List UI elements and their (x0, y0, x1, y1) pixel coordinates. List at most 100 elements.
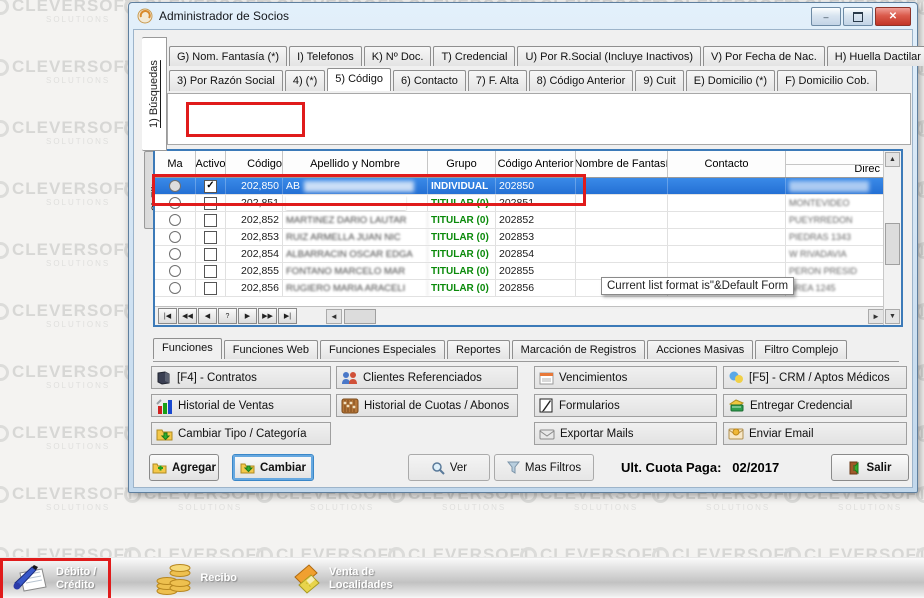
vencimientos-button[interactable]: Vencimientos (534, 366, 717, 389)
horizontal-scrollbar[interactable]: ◄ ► (326, 309, 884, 324)
nav-prev-button[interactable]: ◀ (198, 308, 217, 324)
tab-por-rsocial[interactable]: U) Por R.Social (Incluye Inactivos) (517, 46, 701, 66)
row-radio[interactable] (155, 212, 196, 228)
header-apellido-nombre[interactable]: Apellido y Nombre (283, 151, 428, 177)
header-direccion[interactable]: Direc (786, 151, 884, 177)
tab-nom-fantasia[interactable]: G) Nom. Fantasía (*) (169, 46, 287, 66)
enviar-email-button[interactable]: Enviar Email (723, 422, 907, 445)
scroll-left-icon[interactable]: ◄ (326, 309, 342, 324)
row-radio[interactable] (155, 263, 196, 279)
contratos-button[interactable]: [F4] - Contratos (151, 366, 331, 389)
nav-fast-next-button[interactable]: ▶▶ (258, 308, 277, 324)
close-button[interactable]: ✕ (875, 7, 911, 26)
cambiar-tipo-button[interactable]: Cambiar Tipo / Categoría (151, 422, 331, 445)
header-codigo[interactable]: Código (226, 151, 283, 177)
nav-next-button[interactable]: ▶ (238, 308, 257, 324)
bottom-taskbar: Débito /Crédito Recibo (0, 557, 924, 598)
table-row[interactable]: ✓ 202,850 AB INDIVIDUAL 202850 (155, 178, 884, 195)
row-checkbox[interactable] (196, 195, 226, 211)
titlebar[interactable]: Administrador de Socios – ✕ (129, 3, 917, 29)
tab-telefonos[interactable]: I) Telefonos (289, 46, 362, 66)
tab-asterisco[interactable]: 4) (*) (285, 70, 325, 91)
header-marca[interactable]: Ma (155, 151, 196, 177)
tab-num-doc[interactable]: K) Nº Doc. (364, 46, 432, 66)
formularios-label: Formularios (559, 400, 620, 412)
row-checkbox[interactable] (196, 263, 226, 279)
historial-ventas-button[interactable]: Historial de Ventas (151, 394, 331, 417)
row-radio[interactable] (155, 229, 196, 245)
horizontal-scroll-thumb[interactable] (344, 309, 376, 324)
row-radio[interactable] (155, 246, 196, 262)
cell-contacto (668, 195, 786, 211)
row-radio[interactable] (155, 280, 196, 296)
nav-first-button[interactable]: |◀ (158, 308, 177, 324)
table-row[interactable]: 202,851 TITULAR (0) 202851 MONTEVIDEO (155, 195, 884, 212)
ver-button[interactable]: Ver (408, 454, 490, 481)
recibo-button[interactable]: Recibo (144, 558, 247, 598)
record-navigator: |◀ ◀◀ ◀ ? ▶ ▶▶ ▶| ◄ ► (155, 306, 884, 325)
vertical-scrollbar[interactable]: ▲ ▼ (883, 151, 901, 325)
row-checkbox[interactable] (196, 246, 226, 262)
tab-reportes[interactable]: Reportes (447, 340, 510, 359)
exportar-mails-button[interactable]: Exportar Mails (534, 422, 717, 445)
cambiar-button[interactable]: Cambiar (232, 454, 314, 481)
row-checkbox[interactable] (196, 229, 226, 245)
tab-marcacion-registros[interactable]: Marcación de Registros (512, 340, 646, 359)
mas-filtros-button[interactable]: Mas Filtros (494, 454, 594, 481)
nav-search-button[interactable]: ? (218, 308, 237, 324)
header-grupo[interactable]: Grupo (428, 151, 496, 177)
cell-grupo: TITULAR (0) (428, 280, 496, 296)
tab-domicilio-cob[interactable]: F) Domicilio Cob. (777, 70, 877, 91)
scroll-up-icon[interactable]: ▲ (885, 152, 900, 167)
header-contacto[interactable]: Contacto (668, 151, 786, 177)
table-row[interactable]: 202,854 ALBARRACIN OSCAR EDGA TITULAR (0… (155, 246, 884, 263)
row-radio[interactable] (155, 178, 196, 194)
cell-fantasia (576, 195, 668, 211)
venta-localidades-button[interactable]: Venta deLocalidades (275, 558, 403, 598)
header-nombre-fantasia[interactable]: Nombre de Fantasí (576, 151, 668, 177)
header-codigo-anterior[interactable]: Código Anterior (496, 151, 576, 177)
tab-contacto[interactable]: 6) Contacto (393, 70, 466, 91)
clientes-referenciados-button[interactable]: Clientes Referenciados (336, 366, 518, 389)
row-checkbox[interactable] (196, 212, 226, 228)
debito-credito-button[interactable]: Débito /Crédito (2, 558, 106, 598)
cell-codigo-anterior: 202854 (496, 246, 576, 262)
tab-codigo[interactable]: 5) Código (327, 68, 391, 91)
nav-last-button[interactable]: ▶| (278, 308, 297, 324)
tab-f-alta[interactable]: 7) F. Alta (468, 70, 527, 91)
tab-por-fecha-nac[interactable]: V) Por Fecha de Nac. (703, 46, 825, 66)
cambiar-label: Cambiar (260, 462, 306, 474)
tab-acciones-masivas[interactable]: Acciones Masivas (647, 340, 753, 359)
side-tab-busquedas[interactable]: 1) Búsquedas (142, 37, 167, 151)
scroll-right-icon[interactable]: ► (868, 309, 884, 324)
tab-credencial[interactable]: T) Credencial (433, 46, 515, 66)
row-radio[interactable] (155, 195, 196, 211)
header-activo[interactable]: Activo (196, 151, 226, 177)
nav-fast-prev-button[interactable]: ◀◀ (178, 308, 197, 324)
tab-funciones-especiales[interactable]: Funciones Especiales (320, 340, 445, 359)
tab-por-razon-social[interactable]: 3) Por Razón Social (169, 70, 283, 91)
cell-fantasia (576, 229, 668, 245)
tab-huella-dactilar[interactable]: H) Huella Dactilar (827, 46, 924, 66)
crm-aptos-button[interactable]: [F5] - CRM / Aptos Médicos (723, 366, 907, 389)
formularios-button[interactable]: Formularios (534, 394, 717, 417)
tab-funciones[interactable]: Funciones (153, 338, 222, 359)
maximize-button[interactable] (843, 7, 873, 26)
entregar-credencial-button[interactable]: Entregar Credencial (723, 394, 907, 417)
tab-cuit[interactable]: 9) Cuit (635, 70, 683, 91)
tab-codigo-anterior[interactable]: 8) Código Anterior (529, 70, 634, 91)
salir-button[interactable]: Salir (831, 454, 909, 481)
vertical-scroll-thumb[interactable] (885, 223, 900, 265)
minimize-button[interactable]: – (811, 7, 841, 26)
scroll-down-icon[interactable]: ▼ (885, 309, 900, 324)
agregar-button[interactable]: Agregar (149, 454, 219, 481)
row-checkbox[interactable] (196, 280, 226, 296)
tab-domicilio[interactable]: E) Domicilio (*) (686, 70, 775, 91)
table-row[interactable]: 202,852 MARTINEZ DARIO LAUTAR TITULAR (0… (155, 212, 884, 229)
tab-funciones-web[interactable]: Funciones Web (224, 340, 318, 359)
row-checkbox[interactable]: ✓ (196, 178, 226, 194)
tab-filtro-complejo[interactable]: Filtro Complejo (755, 340, 847, 359)
coins-icon (154, 562, 194, 596)
table-row[interactable]: 202,853 RUIZ ARMELLA JUAN NIC TITULAR (0… (155, 229, 884, 246)
historial-cuotas-button[interactable]: Historial de Cuotas / Abonos (336, 394, 518, 417)
